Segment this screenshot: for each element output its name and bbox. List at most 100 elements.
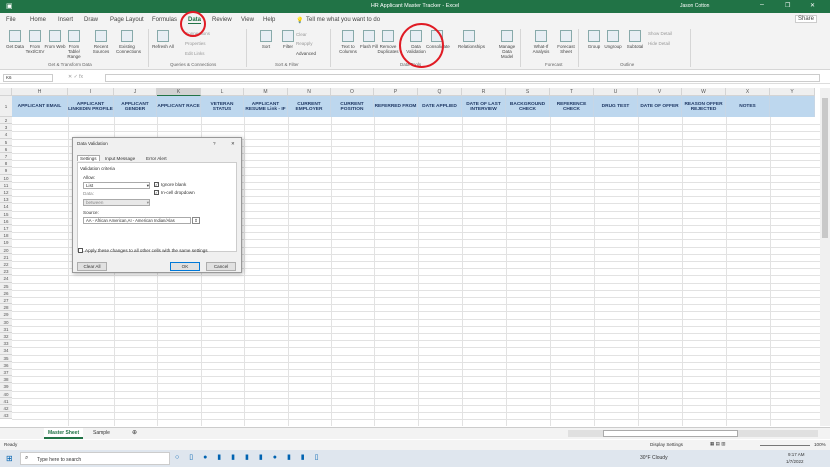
header-cell-M[interactable]: APPLICANT RESUME Link - IF xyxy=(244,96,288,117)
row-header[interactable]: 32 xyxy=(0,333,12,341)
row-header[interactable]: 6 xyxy=(0,145,12,153)
tab-insert[interactable]: Insert xyxy=(58,17,73,23)
row-header[interactable]: 36 xyxy=(0,361,12,369)
ribbon-button-what-if-analysis[interactable]: What-If Analysis xyxy=(530,30,552,54)
allow-select[interactable]: List ▾ xyxy=(83,182,150,189)
row-header[interactable]: 3 xyxy=(0,124,12,132)
taskbar-app-icons[interactable]: ○▯●▮▮▮▮●▮▮▯ xyxy=(175,453,329,461)
column-header-W[interactable]: W xyxy=(682,88,726,96)
ribbon-button-remove-duplicates[interactable]: Remove Duplicates xyxy=(377,30,399,54)
column-header-U[interactable]: U xyxy=(594,88,638,96)
header-cell-V[interactable]: DATE OF OFFER xyxy=(638,96,682,117)
header-cell-P[interactable]: REFERRED FROM xyxy=(374,96,418,117)
row-header[interactable]: 39 xyxy=(0,383,12,391)
save-icon[interactable]: ▣ xyxy=(6,2,13,10)
header-cell-X[interactable]: NOTES xyxy=(726,96,770,117)
column-header-T[interactable]: T xyxy=(550,88,594,96)
row-header[interactable]: 16 xyxy=(0,217,12,225)
tab-error-alert[interactable]: Error Alert xyxy=(146,156,167,161)
ribbon-button-from-table-range[interactable]: From Table/ Range xyxy=(63,30,85,59)
row-header[interactable]: 33 xyxy=(0,340,12,348)
header-cell-I[interactable]: APPLICANT LINKEDIN PROFILE xyxy=(68,96,114,117)
header-cell-N[interactable]: CURRENT EMPLOYER xyxy=(288,96,331,117)
share-button[interactable]: Share xyxy=(795,15,818,23)
apply-all-checkbox[interactable]: Apply these changes to all other cells w… xyxy=(78,248,208,254)
user-name[interactable]: Jason Cotton xyxy=(680,3,709,9)
row-header[interactable]: 31 xyxy=(0,325,12,333)
ribbon-button-get-data[interactable]: Get Data xyxy=(4,30,26,49)
tab-home[interactable]: Home xyxy=(30,17,46,23)
clock-time[interactable]: 9:17 AM xyxy=(788,452,805,457)
row-header[interactable]: 34 xyxy=(0,347,12,355)
data-select[interactable]: between ▾ xyxy=(83,199,150,206)
row-header[interactable]: 15 xyxy=(0,210,12,218)
header-cell-R[interactable]: DATE OF LAST INTERVIEW xyxy=(462,96,506,117)
dialog-close-button[interactable]: ✕ xyxy=(231,141,235,147)
row-header[interactable]: 10 xyxy=(0,174,12,182)
ribbon-small-hide-detail[interactable]: Hide Detail xyxy=(648,41,670,46)
row-header[interactable]: 7 xyxy=(0,153,12,161)
header-cell-O[interactable]: CURRENT POSITION xyxy=(331,96,374,117)
row-header[interactable]: 23 xyxy=(0,268,12,276)
windows-start-icon[interactable]: ⊞ xyxy=(6,454,13,463)
row-header[interactable]: 13 xyxy=(0,196,12,204)
column-header-X[interactable]: X xyxy=(726,88,770,96)
row-header[interactable]: 9 xyxy=(0,167,12,175)
tab-settings[interactable]: Settings xyxy=(77,155,100,161)
row-header[interactable]: 20 xyxy=(0,246,12,254)
tab-formulas[interactable]: Formulas xyxy=(152,17,177,23)
ribbon-button-forecast-sheet[interactable]: Forecast Sheet xyxy=(555,30,577,54)
row-header[interactable]: 21 xyxy=(0,253,12,261)
tab-help[interactable]: Help xyxy=(263,17,275,23)
row-header[interactable]: 5 xyxy=(0,138,12,146)
column-header-N[interactable]: N xyxy=(288,88,331,96)
column-header-Y[interactable]: Y xyxy=(770,88,815,96)
column-header-R[interactable]: R xyxy=(462,88,506,96)
add-sheet-icon[interactable]: ⊕ xyxy=(132,429,137,436)
vertical-scrollbar[interactable] xyxy=(820,88,830,426)
cancel-button[interactable]: Cancel xyxy=(206,262,236,271)
ribbon-button-subtotal[interactable]: Subtotal xyxy=(624,30,646,49)
row-header[interactable]: 40 xyxy=(0,390,12,398)
sheet-tab-master[interactable]: Master Sheet xyxy=(44,428,84,439)
row-header[interactable]: 14 xyxy=(0,203,12,211)
column-header-J[interactable]: J xyxy=(114,88,157,96)
ribbon-button-from-text-csv[interactable]: From Text/CSV xyxy=(24,30,46,54)
formula-input[interactable] xyxy=(105,74,820,82)
row-header[interactable]: 25 xyxy=(0,282,12,290)
clear-all-button[interactable]: Clear All xyxy=(77,262,107,271)
tab-file[interactable]: File xyxy=(6,17,16,23)
maximize-icon[interactable]: ❐ xyxy=(785,2,790,9)
clock-date[interactable]: 1/7/2022 xyxy=(786,459,804,464)
tab-page-layout[interactable]: Page Layout xyxy=(110,17,144,23)
ribbon-button-manage-data-model[interactable]: Manage Data Model xyxy=(496,30,518,59)
ribbon-button-recent-sources[interactable]: Recent Sources xyxy=(90,30,112,54)
header-cell-W[interactable]: REASON OFFER REJECTED xyxy=(682,96,726,117)
header-cell-U[interactable]: DRUG TEST xyxy=(594,96,638,117)
close-icon[interactable]: ✕ xyxy=(810,2,815,9)
name-box[interactable]: K6 xyxy=(3,74,53,82)
column-header-K[interactable]: K xyxy=(157,88,201,96)
tell-me-search[interactable]: Tell me what you want to do xyxy=(306,17,380,23)
column-header-L[interactable]: L xyxy=(201,88,244,96)
ribbon-button-relationships[interactable]: Relationships xyxy=(458,30,485,49)
column-header-O[interactable]: O xyxy=(331,88,374,96)
ribbon-small-reapply[interactable]: Reapply xyxy=(296,41,313,46)
zoom-slider[interactable] xyxy=(760,445,810,446)
column-header-P[interactable]: P xyxy=(374,88,418,96)
ribbon-small-advanced[interactable]: Advanced xyxy=(296,51,316,56)
horizontal-scrollbar[interactable] xyxy=(568,430,818,437)
ribbon-button-ungroup[interactable]: Ungroup xyxy=(602,30,624,49)
row-header[interactable]: 1 xyxy=(0,96,12,117)
column-header-Q[interactable]: Q xyxy=(418,88,462,96)
row-header[interactable]: 27 xyxy=(0,297,12,305)
row-header[interactable]: 2 xyxy=(0,117,12,125)
header-cell-J[interactable]: APPLICANT GENDER xyxy=(114,96,157,117)
select-all-corner[interactable] xyxy=(0,88,12,96)
row-header[interactable]: 41 xyxy=(0,397,12,405)
ribbon-small-properties[interactable]: Properties xyxy=(185,41,206,46)
row-header[interactable]: 22 xyxy=(0,261,12,269)
header-cell-Q[interactable]: DATE APPLIED xyxy=(418,96,462,117)
row-header[interactable]: 28 xyxy=(0,304,12,312)
column-header-V[interactable]: V xyxy=(638,88,682,96)
